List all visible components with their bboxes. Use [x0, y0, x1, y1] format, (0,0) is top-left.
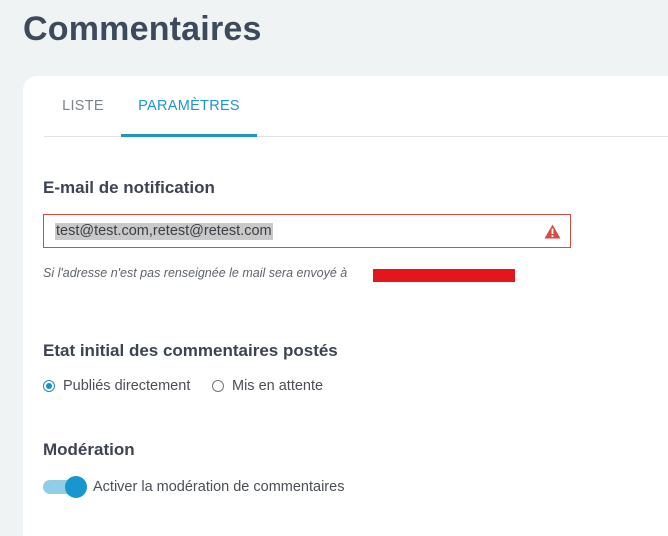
radio-publies-directement-label[interactable]: Publiés directement	[63, 378, 190, 394]
radio-mis-en-attente-label[interactable]: Mis en attente	[232, 378, 323, 394]
tab-parametres[interactable]: PARAMÈTRES	[121, 76, 257, 137]
active-tab-indicator	[121, 134, 257, 137]
notification-email-value[interactable]: test@test.com,retest@retest.com	[55, 223, 273, 240]
redacted-email	[373, 269, 515, 282]
moderation-title: Modération	[43, 440, 135, 459]
notification-email-title: E-mail de notification	[43, 178, 215, 197]
radio-mis-en-attente[interactable]	[212, 380, 224, 392]
notification-email-field[interactable]: test@test.com,retest@retest.com	[43, 214, 571, 248]
tab-liste[interactable]: LISTE	[44, 76, 122, 136]
settings-card: LISTE PARAMÈTRES E-mail de notification …	[23, 76, 668, 536]
notification-email-hint: Si l'adresse n'est pas renseignée le mai…	[43, 266, 348, 280]
tab-bar: LISTE PARAMÈTRES	[44, 76, 668, 137]
warning-triangle-icon	[544, 224, 561, 239]
moderation-toggle-label[interactable]: Activer la modération de commentaires	[93, 479, 344, 495]
page-title: Commentaires	[23, 10, 262, 48]
moderation-toggle-knob[interactable]	[65, 476, 87, 498]
initial-state-title: Etat initial des commentaires postés	[43, 341, 338, 360]
tab-parametres-label: PARAMÈTRES	[138, 98, 240, 114]
radio-publies-directement[interactable]	[43, 380, 55, 392]
